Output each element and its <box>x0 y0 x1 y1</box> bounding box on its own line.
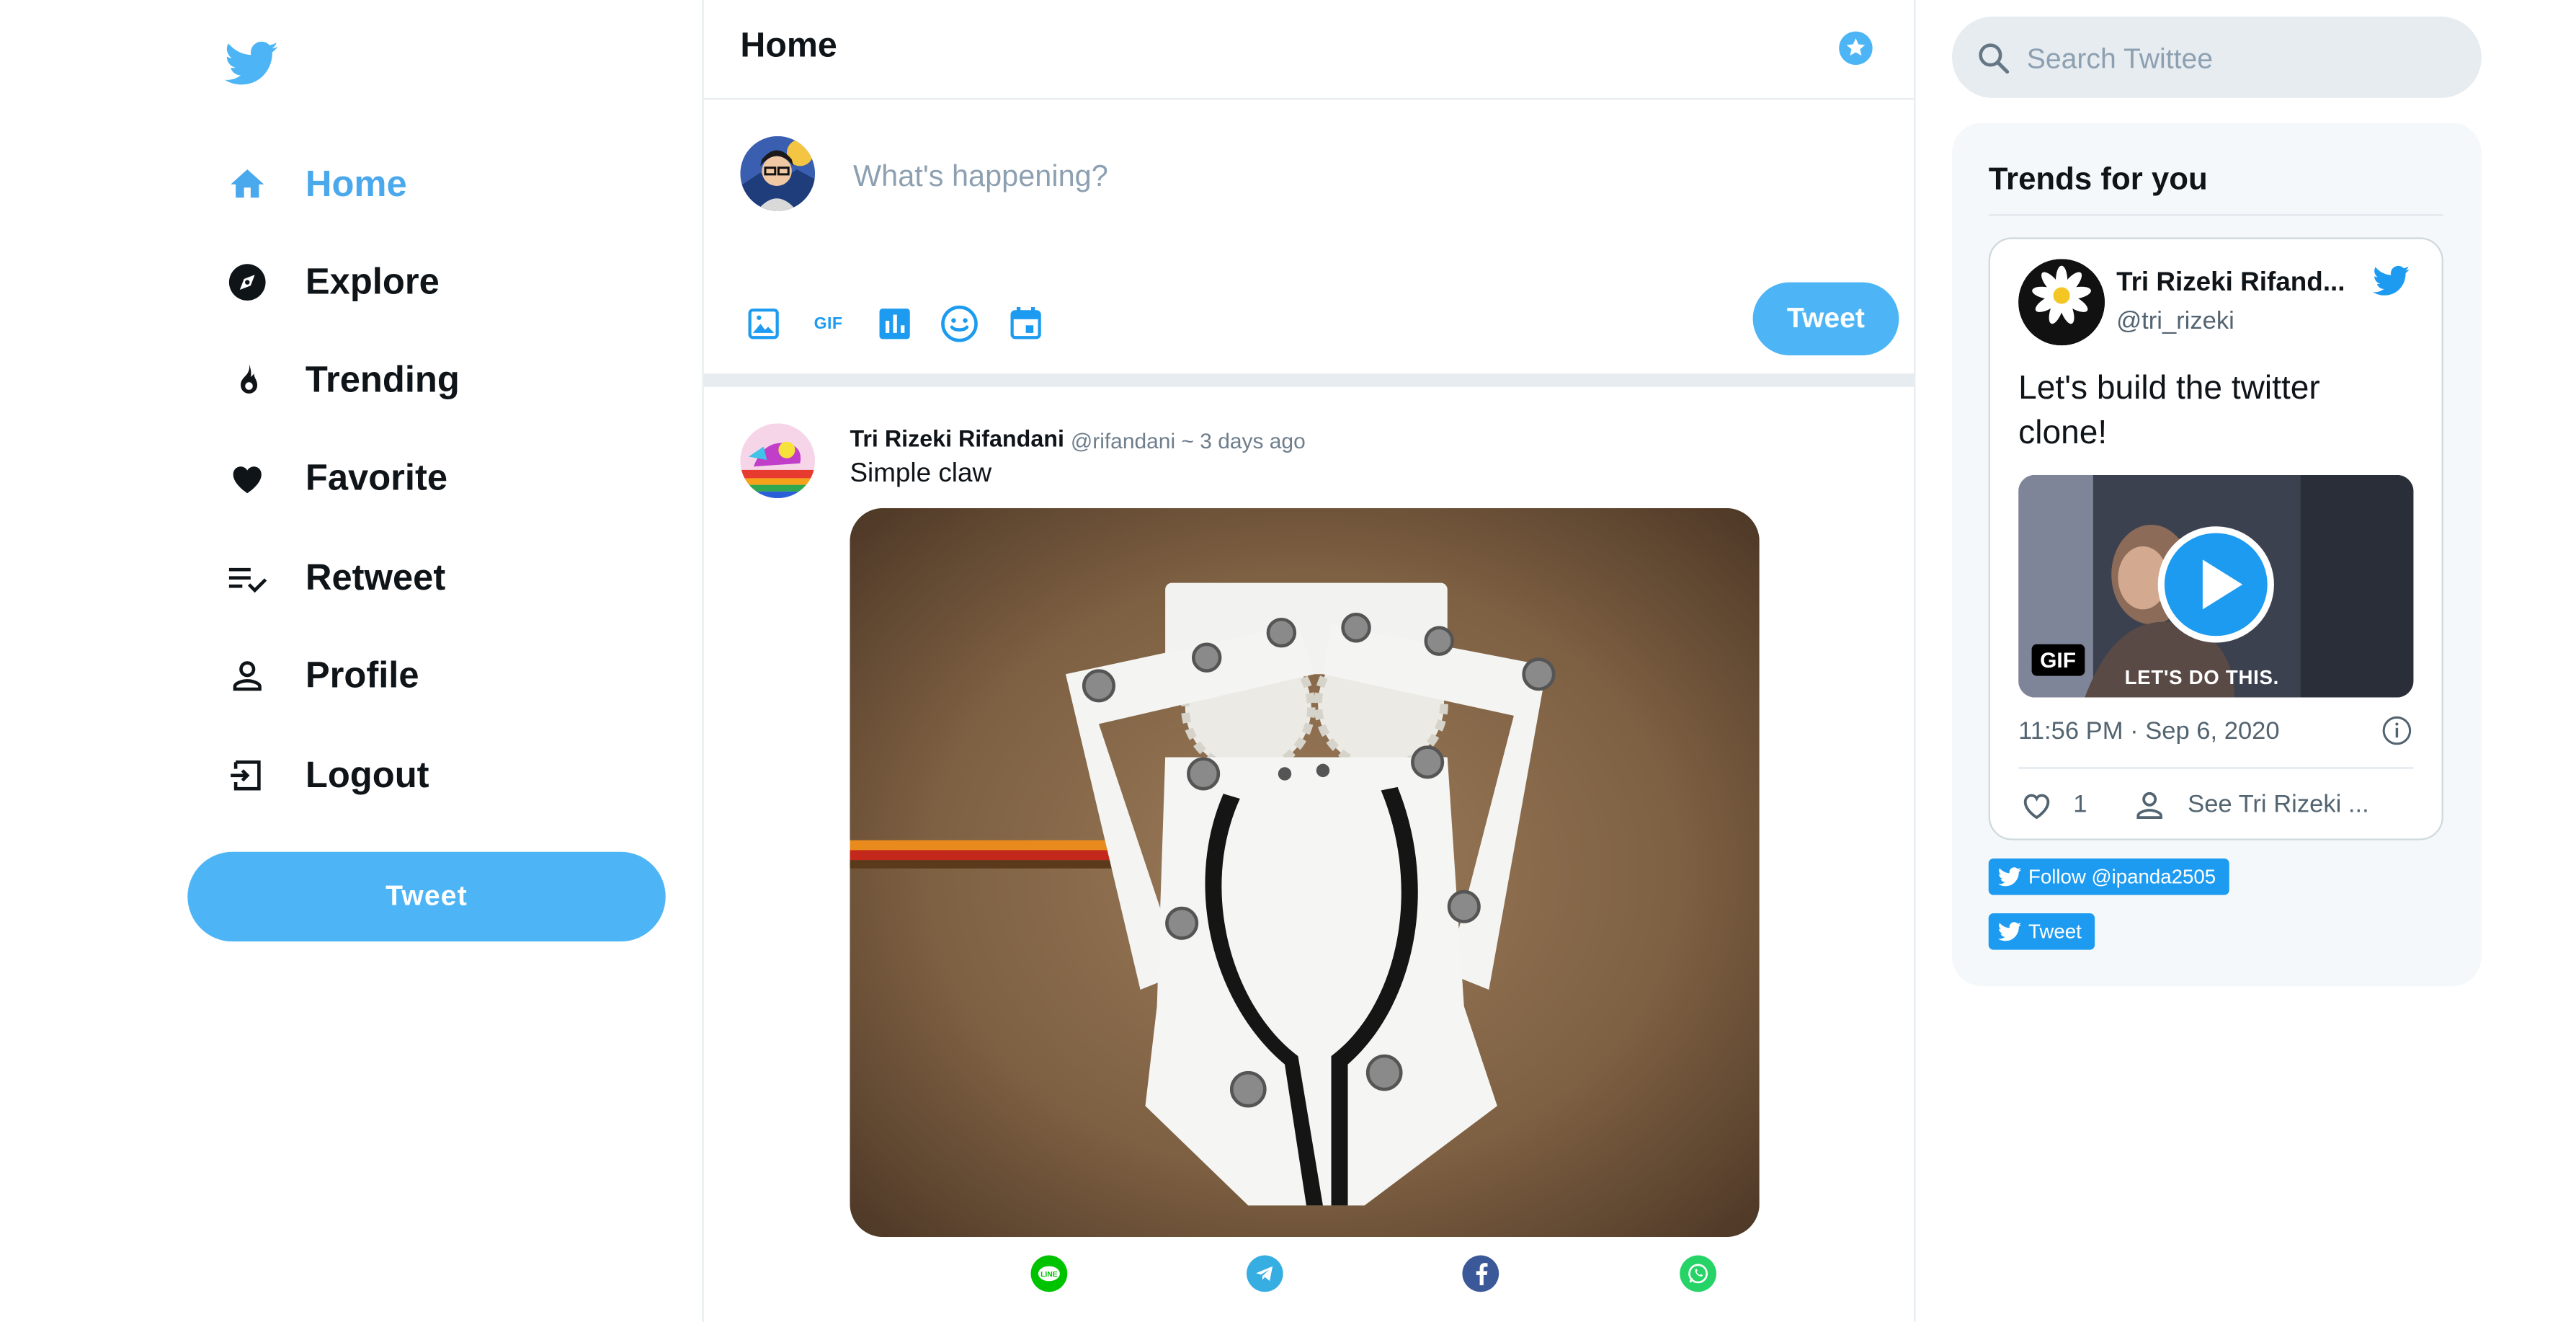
whatsapp-icon[interactable] <box>1680 1255 1716 1292</box>
main-header: Home <box>703 0 1915 100</box>
nav-item-favorite[interactable]: Favorite <box>224 448 447 508</box>
nav-item-explore[interactable]: Explore <box>224 252 440 312</box>
embed-divider <box>2018 767 2414 769</box>
person-icon[interactable] <box>2131 787 2168 824</box>
svg-text:LINE: LINE <box>1040 1271 1058 1279</box>
nav-item-profile[interactable]: Profile <box>224 646 419 706</box>
follow-button-label: Follow @ipanda2505 <box>2028 865 2216 889</box>
embed-timestamp[interactable]: 11:56 PM · Sep 6, 2020 <box>2018 717 2279 745</box>
nav-label-trending: Trending <box>305 358 460 401</box>
embed-gif-media[interactable]: GIF LET'S DO THIS. <box>2018 474 2414 698</box>
nav-item-retweet[interactable]: Retweet <box>224 548 445 608</box>
compose-input[interactable] <box>850 146 1786 206</box>
share-tweet-button[interactable]: Tweet <box>1988 913 2095 950</box>
main-column: Home GIF <box>702 0 1916 1322</box>
left-sidebar: Home Explore Trending Favorite Retweet P… <box>0 0 702 1322</box>
embed-author-handle[interactable]: @tri_rizeki <box>2116 307 2234 335</box>
list-check-icon <box>224 554 271 601</box>
embed-avatar[interactable] <box>2018 259 2105 346</box>
twitter-bird-icon <box>1998 922 2022 941</box>
poll-icon[interactable] <box>875 304 914 344</box>
page-title: Home <box>740 26 837 65</box>
image-icon[interactable] <box>744 304 783 344</box>
logout-icon <box>224 753 271 799</box>
schedule-icon[interactable] <box>1006 304 1046 344</box>
nav-item-home[interactable]: Home <box>224 154 407 214</box>
see-profile-link[interactable]: See Tri Rizeki ... <box>2188 791 2369 819</box>
share-tweet-label: Tweet <box>2028 920 2082 944</box>
nav-label-logout: Logout <box>305 753 429 796</box>
gif-label: GIF <box>814 314 843 333</box>
nav-label-home: Home <box>305 162 407 205</box>
info-icon[interactable] <box>2380 714 2413 747</box>
facebook-icon[interactable] <box>1462 1255 1499 1292</box>
home-icon <box>224 161 271 208</box>
twitter-bird-icon <box>1998 867 2022 887</box>
heart-icon <box>224 455 271 502</box>
heart-icon[interactable] <box>2018 787 2055 824</box>
play-icon[interactable] <box>2156 525 2276 644</box>
embed-text: Let's build the twitter clone! <box>2018 370 2320 452</box>
trends-title: Trends for you <box>1988 162 2208 198</box>
nav-label-retweet: Retweet <box>305 556 446 598</box>
tweet-image[interactable] <box>850 507 1760 1238</box>
twitter-bird-icon[interactable] <box>2371 262 2414 299</box>
search-input[interactable] <box>2023 36 2462 84</box>
nav-item-logout[interactable]: Logout <box>224 745 429 805</box>
like-count: 1 <box>2073 790 2087 819</box>
gif-icon[interactable]: GIF <box>808 304 848 344</box>
person-icon <box>224 652 271 699</box>
search-bar[interactable] <box>1952 17 2482 98</box>
trends-panel: Trends for you Tri Rizeki Rifand... @tri… <box>1952 123 2482 987</box>
compass-icon <box>224 259 271 306</box>
nav-label-favorite: Favorite <box>305 456 448 499</box>
tweet-text: Simple claw <box>850 460 992 489</box>
search-icon <box>1979 43 2010 74</box>
follow-button[interactable]: Follow @ipanda2505 <box>1988 858 2229 895</box>
embed-author-name[interactable]: Tri Rizeki Rifand... <box>2116 269 2345 298</box>
line-icon[interactable]: LINE <box>1030 1255 1068 1292</box>
sidebar-tweet-button[interactable]: Tweet <box>187 851 666 942</box>
embedded-tweet[interactable]: Tri Rizeki Rifand... @tri_rizeki Let's b… <box>1988 237 2443 840</box>
gif-caption: LET'S DO THIS. <box>2124 665 2279 689</box>
nav-label-explore: Explore <box>305 260 440 303</box>
tweet-author[interactable]: Tri Rizeki Rifandani <box>850 425 1064 452</box>
compose-tweet-button[interactable]: Tweet <box>1752 282 1899 355</box>
compose-avatar[interactable] <box>740 136 816 211</box>
twitter-bird-icon[interactable] <box>224 37 280 90</box>
emoji-icon[interactable] <box>940 304 979 344</box>
nav-item-trending[interactable]: Trending <box>224 350 460 410</box>
sparkle-icon[interactable] <box>1837 30 1874 66</box>
nav-label-profile: Profile <box>305 654 419 696</box>
gif-badge: GIF <box>2031 644 2085 676</box>
tweet-avatar[interactable] <box>740 423 816 499</box>
telegram-icon[interactable] <box>1247 1255 1283 1292</box>
trends-divider <box>1988 214 2443 216</box>
feed-divider <box>703 373 1915 387</box>
flame-icon <box>224 357 271 404</box>
tweet-meta: @rifandani ~ 3 days ago <box>1070 428 1306 453</box>
